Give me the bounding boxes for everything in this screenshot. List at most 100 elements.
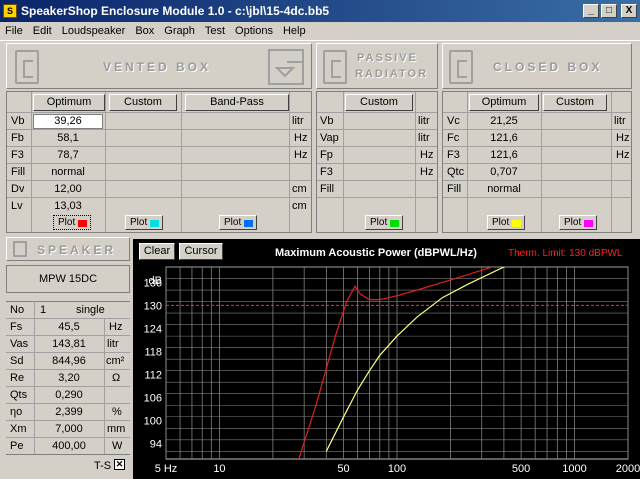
closed-plot-button-2[interactable]: Plot — [559, 215, 597, 230]
vented-row-fb: Fb 58,1 Hz — [7, 129, 311, 146]
color-swatch — [584, 220, 593, 227]
speaker-header: SPEAKER — [6, 237, 130, 261]
plot-label: Plot — [224, 217, 242, 228]
param-label-sd: Sd — [10, 355, 24, 367]
vented-plot-button-2[interactable]: Plot — [125, 215, 163, 230]
color-swatch — [150, 220, 159, 227]
menu-file[interactable]: File — [0, 25, 28, 37]
x-tick-label: 2000 — [616, 463, 640, 475]
speaker-model[interactable]: MPW 15DC — [6, 265, 130, 293]
closed-box-header: CLOSED BOX — [442, 43, 632, 89]
passive-unit-vap: litr — [418, 132, 430, 144]
passive-unit-vb: litr — [418, 115, 430, 127]
closed-fc-value[interactable]: 121,6 — [469, 130, 539, 147]
vented-vb-input[interactable]: 39,26 — [33, 113, 103, 130]
menu-test[interactable]: Test — [200, 25, 230, 37]
closed-unit-fc: Hz — [616, 132, 630, 144]
param-label-eta: ηo — [10, 406, 23, 418]
speaker-title: SPEAKER — [37, 243, 117, 257]
vented-optimum-button[interactable]: Optimum — [33, 94, 105, 111]
closed-label-vc: Vc — [447, 115, 460, 127]
vented-lv-value[interactable]: 13,03 — [33, 198, 103, 215]
param-unit-xm: mm — [107, 423, 126, 435]
menu-help[interactable]: Help — [278, 25, 311, 37]
x-tick-label: 50 — [337, 463, 349, 475]
vented-dv-value[interactable]: 12,00 — [33, 181, 103, 198]
passive-title-line2: RADIATOR — [355, 68, 429, 80]
param-value-vas[interactable]: 143,81 — [36, 336, 102, 353]
y-tick-label: 130 — [144, 300, 162, 312]
vented-f3-value[interactable]: 78,7 — [33, 147, 103, 164]
y-tick-label: 106 — [144, 393, 162, 405]
vented-row-fill: Fill normal — [7, 163, 311, 180]
vented-fb-value[interactable]: 58,1 — [33, 130, 103, 147]
closed-logo-icon — [449, 50, 473, 84]
closed-plot-button-1[interactable]: Plot — [487, 215, 525, 230]
vented-plot-button-3[interactable]: Plot — [219, 215, 257, 230]
param-unit-vas: litr — [107, 338, 119, 350]
close-button[interactable]: X — [621, 4, 637, 18]
closed-optimum-button[interactable]: Optimum — [469, 94, 539, 111]
vented-custom-button[interactable]: Custom — [109, 94, 177, 111]
closed-vc-value[interactable]: 21,25 — [469, 113, 539, 130]
closed-unit-f3: Hz — [616, 149, 630, 161]
color-swatch — [390, 220, 399, 227]
y-tick-label: 112 — [144, 370, 162, 382]
color-swatch — [244, 220, 253, 227]
param-label-vas: Vas — [10, 338, 29, 350]
param-value-xm[interactable]: 7,000 — [36, 421, 102, 438]
y-tick-label: 124 — [144, 323, 162, 335]
power-chart[interactable]: 13613012411811210610094dB5 Hz 10 50 100 500 1… — [133, 261, 640, 479]
bandpass-button[interactable]: Band-Pass — [185, 94, 289, 111]
closed-label-fc: Fc — [447, 132, 460, 144]
param-value-eta[interactable]: 2,399 — [36, 404, 102, 421]
param-value-fs[interactable]: 45,5 — [36, 319, 102, 336]
vented-unit-dv: cm — [292, 183, 307, 195]
window-title: SpeakerShop Enclosure Module 1.0 - c:\jb… — [21, 4, 330, 18]
cursor-button[interactable]: Cursor — [179, 243, 223, 260]
vented-label-fb: Fb — [11, 132, 24, 144]
param-unit-fs: Hz — [109, 321, 123, 333]
vented-unit-fb: Hz — [294, 132, 308, 144]
closed-fill-value[interactable]: normal — [469, 181, 539, 198]
vented-plot-button-1[interactable]: Plot — [53, 215, 91, 230]
menu-graph[interactable]: Graph — [159, 25, 200, 37]
passive-custom-button[interactable]: Custom — [345, 94, 413, 111]
clear-button[interactable]: Clear — [139, 243, 175, 260]
closed-box-title: CLOSED BOX — [493, 60, 603, 74]
menu-bar: File Edit Loudspeaker Box Graph Test Opt… — [0, 22, 640, 41]
param-label-qts: Qts — [10, 389, 28, 401]
ts-checkbox[interactable]: ✕ — [114, 459, 125, 470]
closed-qtc-value[interactable]: 0,707 — [469, 164, 539, 181]
passive-label-vb: Vb — [320, 115, 334, 127]
menu-options[interactable]: Options — [230, 25, 278, 37]
y-axis-label: dB — [149, 275, 162, 287]
minimize-button[interactable]: _ — [583, 4, 599, 18]
passive-label-f3: F3 — [320, 166, 333, 178]
passive-plot-button[interactable]: Plot — [365, 215, 403, 230]
closed-f3-value[interactable]: 121,6 — [469, 147, 539, 164]
param-value-pe[interactable]: 400,00 — [36, 438, 102, 455]
menu-box[interactable]: Box — [130, 25, 159, 37]
param-label-pe: Pe — [10, 440, 24, 452]
param-value-sd[interactable]: 844,96 — [36, 353, 102, 370]
passive-unit-fp: Hz — [420, 149, 434, 161]
vented-label-f3: F3 — [11, 149, 24, 161]
plot-label: Plot — [370, 217, 388, 228]
vented-fill-value[interactable]: normal — [33, 164, 103, 181]
param-value-re[interactable]: 3,20 — [36, 370, 102, 387]
speaker-no-value[interactable]: 1 — [40, 302, 46, 319]
vented-unit-f3: Hz — [294, 149, 308, 161]
maximize-button[interactable]: □ — [601, 4, 617, 18]
speaker-no-label: No — [10, 304, 25, 316]
menu-edit[interactable]: Edit — [28, 25, 57, 37]
therm-limit-label: Therm. Limit: 130 dBPWL — [508, 248, 623, 259]
param-unit-sd: cm² — [106, 355, 125, 367]
speaker-config[interactable]: single — [76, 302, 105, 319]
x-tick-label: 500 — [512, 463, 530, 475]
closed-custom-button[interactable]: Custom — [543, 94, 607, 111]
y-tick-label: 94 — [150, 439, 162, 451]
param-value-qts[interactable]: 0,290 — [36, 387, 102, 404]
menu-loudspeaker[interactable]: Loudspeaker — [57, 25, 131, 37]
speaker-logo-icon — [13, 241, 27, 257]
